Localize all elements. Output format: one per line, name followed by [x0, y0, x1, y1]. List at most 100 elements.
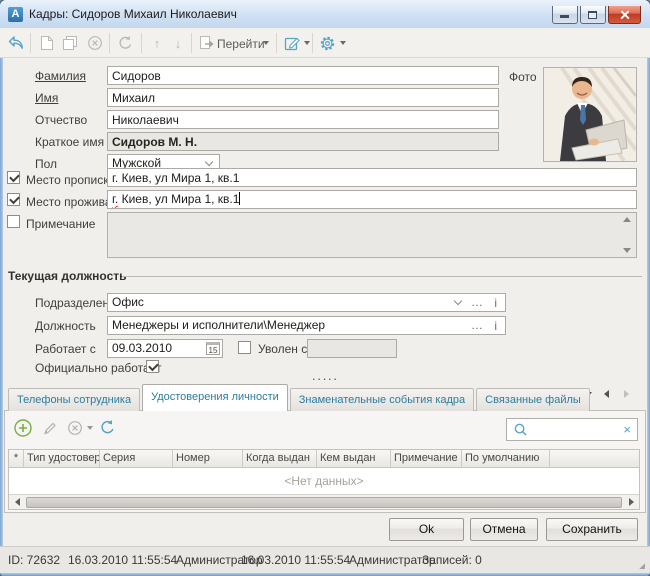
horizontal-scrollbar[interactable]	[9, 494, 639, 509]
scrollbar-thumb[interactable]	[26, 497, 622, 508]
department-combo[interactable]: Офис … i	[107, 293, 506, 312]
delete-record-button[interactable]	[86, 34, 104, 52]
note-checkbox[interactable]	[7, 215, 20, 228]
identity-documents-grid: * Тип удостоверения Серия Номер Когда вы…	[8, 449, 640, 510]
employee-photo-image	[544, 68, 636, 161]
delete-dropdown-icon[interactable]	[87, 426, 93, 430]
goto-label[interactable]: Перейти	[217, 37, 265, 51]
maximize-button[interactable]	[580, 6, 606, 24]
app-icon: A	[8, 7, 23, 22]
column-header-issue-date[interactable]: Когда выдан	[243, 450, 317, 467]
search-input[interactable]	[532, 422, 617, 438]
column-header-number[interactable]: Номер	[173, 450, 243, 467]
add-icon	[13, 418, 33, 438]
info-button[interactable]: i	[494, 318, 497, 335]
edit-mode-button[interactable]	[283, 34, 301, 52]
column-header-note[interactable]: Примечание	[391, 450, 462, 467]
column-header-is-default[interactable]: По умолчанию	[462, 450, 550, 467]
new-document-icon	[40, 35, 54, 51]
goto-dropdown-icon[interactable]	[263, 41, 269, 45]
tab-notable-events[interactable]: Знаменательные события кадра	[290, 388, 474, 411]
delete-row-button[interactable]	[67, 420, 83, 436]
residence-checkbox[interactable]	[7, 193, 20, 206]
department-value: Офис	[112, 295, 144, 309]
ok-button[interactable]: Ok	[389, 518, 464, 541]
add-row-button[interactable]	[13, 418, 33, 438]
tab-identity-documents[interactable]: Удостоверения личности	[142, 384, 288, 411]
grid-search[interactable]: ×	[506, 418, 638, 441]
tab-scroll-left-icon[interactable]	[604, 390, 609, 398]
grid-empty-message: <Нет данных>	[9, 468, 639, 494]
works-since-value: 09.03.2010	[112, 341, 172, 355]
gear-icon	[319, 35, 336, 52]
column-header-default-marker[interactable]: *	[9, 450, 24, 467]
updated-timestamp: 16.03.2010 11:55:54	[241, 547, 350, 573]
window-title: Кадры: Сидоров Михаил Николаевич	[29, 7, 237, 21]
note-textarea[interactable]	[107, 212, 637, 258]
goto-icon	[199, 35, 215, 51]
tab-scroll-right-icon[interactable]	[624, 390, 629, 398]
status-bar: ID: 72632 16.03.2010 11:55:54 Администра…	[0, 546, 650, 573]
dismissed-checkbox[interactable]	[238, 341, 251, 354]
refresh-grid-button[interactable]	[99, 419, 116, 436]
more-button[interactable]: …	[471, 317, 483, 334]
column-header-issued-by[interactable]: Кем выдан	[317, 450, 391, 467]
resize-grip[interactable]	[639, 563, 645, 569]
chevron-down-icon[interactable]	[454, 297, 462, 305]
scroll-down-icon[interactable]	[623, 248, 631, 253]
patronymic-label: Отчество	[35, 113, 87, 127]
registration-label: Место прописки	[26, 173, 115, 187]
registration-checkbox[interactable]	[7, 171, 20, 184]
move-up-button[interactable]: ↑	[148, 34, 166, 52]
minimize-button[interactable]	[552, 6, 578, 24]
gender-label: Пол	[35, 157, 57, 171]
surname-input[interactable]	[107, 66, 499, 85]
info-button[interactable]: i	[494, 295, 497, 312]
title-bar[interactable]: A Кадры: Сидоров Михаил Николаевич	[0, 0, 650, 28]
move-down-button[interactable]: ↓	[169, 34, 187, 52]
identity-documents-panel: × * Тип удостоверения Серия Номер Когда …	[4, 410, 646, 513]
refresh-button[interactable]	[116, 34, 134, 52]
dismissed-label: Уволен с	[258, 342, 307, 356]
cancel-button[interactable]: Отмена	[470, 518, 538, 541]
residence-input[interactable]: г. Киев, ул Мира 1, кв.1	[107, 190, 637, 209]
calendar-icon[interactable]: 15	[206, 342, 220, 355]
registration-input[interactable]	[107, 168, 637, 187]
copy-record-button[interactable]	[61, 34, 79, 52]
copy-icon	[62, 35, 78, 51]
tab-linked-files[interactable]: Связанные файлы	[476, 388, 590, 411]
chevron-down-icon[interactable]	[205, 158, 213, 166]
scroll-right-button[interactable]	[623, 495, 639, 509]
surname-label: Фамилия	[35, 69, 86, 83]
scroll-left-button[interactable]	[9, 495, 25, 509]
tab-phones[interactable]: Телефоны сотрудника	[8, 388, 140, 411]
job-combo[interactable]: Менеджеры и исполнители\Менеджер … i	[107, 316, 506, 335]
scroll-right-icon	[629, 498, 634, 506]
patronymic-input[interactable]	[107, 110, 499, 129]
firstname-input[interactable]	[107, 88, 499, 107]
search-icon	[513, 422, 528, 437]
goto-button[interactable]	[198, 34, 216, 52]
edit-dropdown-icon[interactable]	[304, 41, 310, 45]
firstname-label: Имя	[35, 91, 58, 105]
record-id: ID: 72632	[8, 547, 60, 573]
edit-row-button[interactable]	[41, 420, 58, 437]
close-button[interactable]	[608, 6, 641, 24]
shortname-label: Краткое имя	[35, 135, 104, 149]
settings-button[interactable]	[318, 34, 336, 52]
undo-button[interactable]	[7, 34, 25, 52]
more-button[interactable]: …	[471, 294, 483, 311]
column-header-doc-type[interactable]: Тип удостоверения	[24, 450, 100, 467]
delete-icon	[87, 35, 103, 51]
save-button[interactable]: Сохранить	[546, 518, 638, 541]
scroll-up-icon[interactable]	[623, 217, 631, 222]
clear-search-icon[interactable]: ×	[617, 422, 637, 437]
refresh-icon	[99, 419, 116, 436]
note-label: Примечание	[26, 217, 95, 231]
column-header-series[interactable]: Серия	[100, 450, 173, 467]
job-value: Менеджеры и исполнители\Менеджер	[112, 318, 325, 332]
new-record-button[interactable]	[38, 34, 56, 52]
settings-dropdown-icon[interactable]	[340, 41, 346, 45]
works-since-date[interactable]: 09.03.2010 15	[107, 339, 223, 358]
employee-photo[interactable]	[543, 67, 637, 162]
